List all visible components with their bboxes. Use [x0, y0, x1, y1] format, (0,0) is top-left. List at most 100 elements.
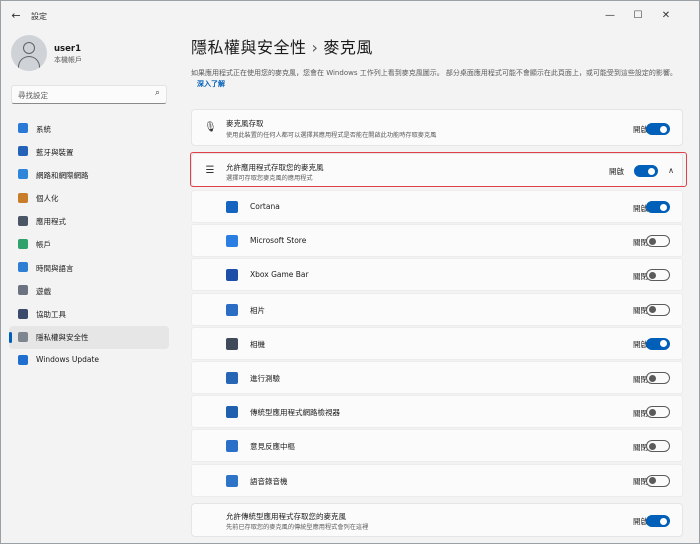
- sidebar-item-accessibility[interactable]: 協助工具: [9, 303, 169, 326]
- apps-icon: [18, 215, 28, 226]
- apps-access-state: 開啟: [609, 167, 624, 176]
- minimize-button[interactable]: —: [601, 7, 619, 25]
- sidebar-item-gaming[interactable]: 遊戲: [9, 279, 169, 302]
- sidebar-item-label: 隱私權與安全性: [36, 333, 89, 343]
- window-title: 設定: [31, 12, 47, 21]
- apps-access-card[interactable]: ☰ 允許應用程式存取您的麥克風 選擇可存取您麥克風的應用程式 開啟 ∧: [191, 153, 683, 187]
- sidebar-item-bluetooth[interactable]: 藍牙與裝置: [9, 140, 169, 163]
- desktop-apps-title: 允許傳統型應用程式存取您的麥克風: [226, 512, 346, 521]
- personalization-icon: [18, 192, 28, 203]
- sidebar-item-accounts[interactable]: 帳戶: [9, 233, 169, 256]
- app-name: 意見反應中樞: [250, 442, 295, 452]
- apps-access-title: 允許應用程式存取您的麥克風: [226, 163, 324, 172]
- app-row[interactable]: 相機 開啟: [191, 326, 683, 360]
- sidebar-item-label: 協助工具: [36, 310, 66, 319]
- feedback-hub-icon: [226, 440, 238, 453]
- app-row[interactable]: Microsoft Store 關閉: [191, 224, 683, 258]
- search-input[interactable]: 尋找設定 ⌕: [11, 85, 167, 104]
- app-list-icon: ☰: [205, 165, 215, 176]
- sidebar-nav: 系統藍牙與裝置網路和網際網路個人化應用程式帳戶時間與語言遊戲協助工具隱私權與安全…: [9, 117, 169, 372]
- sidebar-item-label: 應用程式: [36, 217, 66, 227]
- sidebar-item-label: 時間與語言: [36, 263, 74, 273]
- sidebar-item-windows-update[interactable]: Windows Update: [9, 349, 169, 372]
- breadcrumb-separator-icon: ›: [311, 38, 319, 57]
- app-toggle[interactable]: [646, 235, 670, 248]
- privacy-icon: [18, 331, 28, 342]
- sidebar-item-personalization[interactable]: 個人化: [9, 187, 169, 210]
- app-row[interactable]: 意見反應中樞 關閉: [191, 429, 683, 463]
- page-description: 如果應用程式正在使用您的麥克風，您會在 Windows 工作列上看到麥克風圖示。…: [191, 68, 686, 90]
- app-toggle[interactable]: [646, 269, 670, 282]
- app-toggle[interactable]: [646, 201, 670, 213]
- time-language-icon: [18, 262, 28, 273]
- sidebar: user1 本機帳戶 尋找設定 ⌕ 系統藍牙與裝置網路和網際網路個人化應用程式帳…: [1, 31, 177, 543]
- cortana-icon: [226, 201, 238, 213]
- app-name: Xbox Game Bar: [250, 270, 309, 280]
- apps-access-toggle[interactable]: [634, 165, 658, 177]
- app-toggle[interactable]: [646, 474, 670, 487]
- app-name: Cortana: [250, 202, 280, 211]
- camera-icon: [226, 337, 238, 350]
- sidebar-item-time-language[interactable]: 時間與語言: [9, 256, 169, 279]
- sidebar-item-label: 藍牙與裝置: [36, 147, 74, 157]
- title-bar: ← 設定 — ☐ ✕: [1, 1, 699, 31]
- settings-window: ← 設定 — ☐ ✕ user1 本機帳戶 尋找設定 ⌕ 系統藍牙與裝置網路和網…: [0, 0, 700, 544]
- microphone-icon: 🎙: [204, 122, 217, 133]
- sidebar-item-privacy[interactable]: 隱私權與安全性: [9, 325, 169, 349]
- app-toggle[interactable]: [646, 372, 670, 384]
- app-name: 相片: [250, 305, 265, 315]
- accessibility-icon: [18, 308, 28, 319]
- search-placeholder: 尋找設定: [18, 91, 48, 100]
- webview-icon: [226, 406, 238, 419]
- system-icon: [18, 123, 28, 133]
- network-icon: [18, 169, 28, 180]
- sidebar-item-label: 帳戶: [36, 240, 51, 250]
- desktop-apps-toggle[interactable]: [646, 515, 670, 527]
- user-account-type: 本機帳戶: [54, 56, 82, 64]
- mic-access-toggle[interactable]: [646, 123, 670, 135]
- maximize-button[interactable]: ☐: [629, 7, 647, 25]
- app-row[interactable]: Cortana 開啟: [191, 190, 683, 223]
- app-name: 進行測驗: [250, 374, 280, 383]
- app-toggle[interactable]: [646, 303, 670, 316]
- app-row[interactable]: 進行測驗 關閉: [191, 361, 683, 394]
- app-name: 語音錄音機: [250, 476, 288, 486]
- breadcrumb-current: 麥克風: [323, 38, 373, 57]
- sidebar-item-label: Windows Update: [36, 355, 100, 365]
- app-toggle[interactable]: [646, 440, 670, 453]
- mic-access-subtitle: 使用此裝置的任何人都可以選擇其應用程式是否能在開啟此功能時存取麥克風: [226, 132, 437, 139]
- app-name: Microsoft Store: [250, 236, 307, 246]
- windows-update-icon: [18, 354, 28, 365]
- learn-more-link[interactable]: 深入了解: [197, 80, 225, 88]
- app-row[interactable]: Xbox Game Bar 關閉: [191, 258, 683, 292]
- sidebar-item-system[interactable]: 系統: [9, 117, 169, 140]
- avatar-icon[interactable]: [11, 35, 47, 71]
- sidebar-item-label: 網路和網際網路: [36, 170, 89, 180]
- desktop-apps-card[interactable]: 允許傳統型應用程式存取您的麥克風 先前已存取您的麥克風的傳統型應用程式會列在這裡…: [191, 503, 683, 537]
- apps-access-subtitle: 選擇可存取您麥克風的應用程式: [226, 175, 313, 182]
- close-button[interactable]: ✕: [657, 7, 675, 25]
- voice-recorder-icon: [226, 474, 238, 487]
- page-title: 隱私權與安全性 › 麥克風: [191, 34, 373, 58]
- app-toggle[interactable]: [646, 406, 670, 419]
- back-arrow-icon[interactable]: ←: [9, 9, 23, 23]
- sidebar-item-apps[interactable]: 應用程式: [9, 210, 169, 233]
- description-text: 如果應用程式正在使用您的麥克風，您會在 Windows 工作列上看到麥克風圖示。…: [191, 69, 677, 77]
- app-name: 相機: [250, 339, 265, 349]
- breadcrumb-parent[interactable]: 隱私權與安全性: [191, 38, 307, 57]
- search-icon[interactable]: ⌕: [155, 88, 160, 98]
- chevron-up-icon[interactable]: ∧: [668, 166, 674, 175]
- take-a-test-icon: [226, 372, 238, 384]
- app-toggle[interactable]: [646, 337, 670, 350]
- user-name: user1: [54, 44, 81, 54]
- desktop-apps-subtitle: 先前已存取您的麥克風的傳統型應用程式會列在這裡: [226, 524, 369, 531]
- app-row[interactable]: 語音錄音機 關閉: [191, 463, 683, 497]
- sidebar-item-network[interactable]: 網路和網際網路: [9, 163, 169, 186]
- gaming-icon: [18, 285, 28, 296]
- accounts-icon: [18, 238, 28, 249]
- mic-access-title: 麥克風存取: [226, 119, 264, 128]
- bluetooth-icon: [18, 146, 28, 157]
- mic-access-card[interactable]: 🎙 麥克風存取 使用此裝置的任何人都可以選擇其應用程式是否能在開啟此功能時存取麥…: [191, 109, 683, 146]
- app-row[interactable]: 傳統型應用程式網路檢視器 關閉: [191, 395, 683, 429]
- app-row[interactable]: 相片 關閉: [191, 292, 683, 326]
